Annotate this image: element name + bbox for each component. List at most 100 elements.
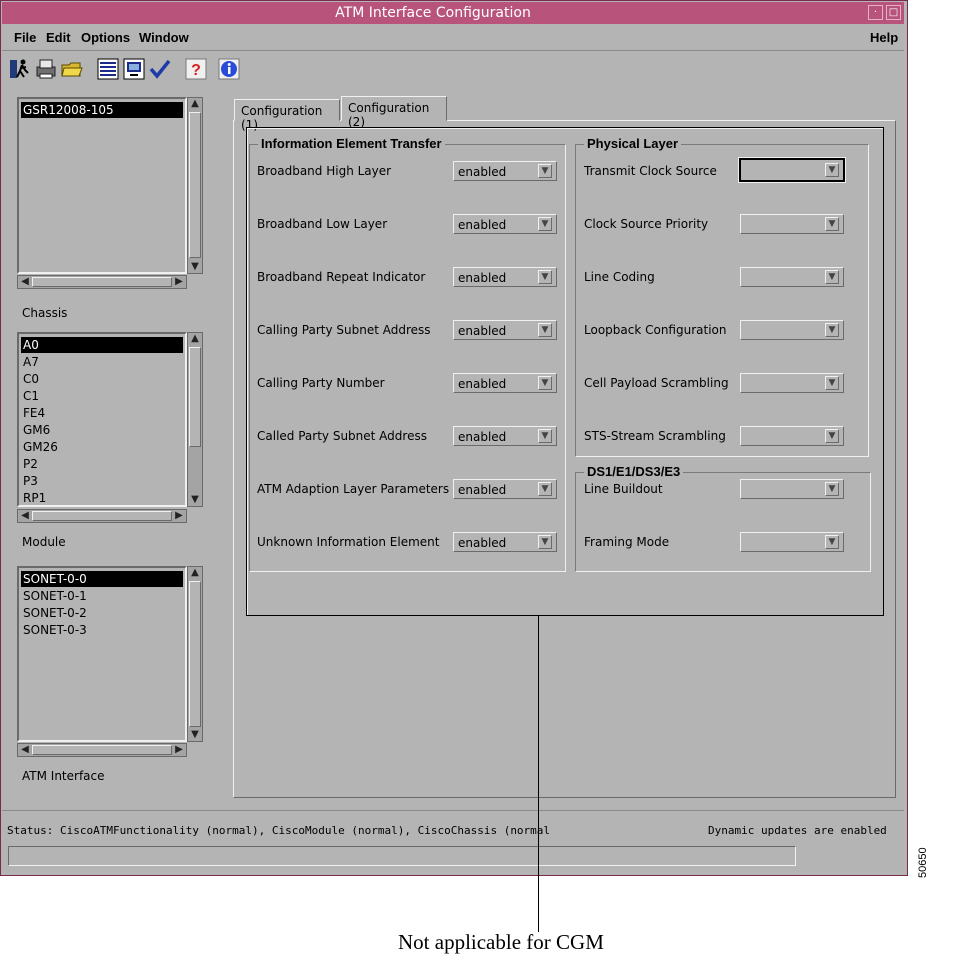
scroll-down-icon[interactable]: ▼ xyxy=(188,494,202,506)
list-item[interactable]: GSR12008-105 xyxy=(21,102,183,118)
atm-interface-list[interactable]: SONET-0-0 SONET-0-1 SONET-0-2 SONET-0-3 xyxy=(17,566,187,742)
chassis-horizontal-scrollbar[interactable]: ◀ ▶ xyxy=(17,275,187,289)
scroll-thumb[interactable] xyxy=(32,511,172,521)
list-item[interactable]: SONET-0-0 xyxy=(21,571,183,587)
list-item[interactable]: SONET-0-2 xyxy=(21,605,183,621)
calling-party-number-select[interactable]: enabled ▼ xyxy=(453,373,557,393)
scroll-thumb[interactable] xyxy=(32,277,172,287)
dropdown-arrow-icon[interactable]: ▼ xyxy=(825,482,839,496)
list-item[interactable]: SONET-0-3 xyxy=(21,622,183,638)
dropdown-arrow-icon[interactable]: ▼ xyxy=(538,164,552,178)
list-item[interactable]: A0 xyxy=(21,337,183,353)
ie-transfer-group: Information Element Transfer xyxy=(249,136,566,572)
scroll-right-icon[interactable]: ▶ xyxy=(172,744,186,756)
list-item[interactable]: GM26 xyxy=(21,439,183,455)
select-value: enabled xyxy=(458,218,507,232)
dropdown-arrow-icon[interactable]: ▼ xyxy=(538,482,552,496)
list-item[interactable]: FE4 xyxy=(21,405,183,421)
line-coding-select[interactable]: ▼ xyxy=(740,267,844,287)
list-item[interactable]: P2 xyxy=(21,456,183,472)
help-question-icon[interactable]: ? xyxy=(184,57,208,81)
menu-options[interactable]: Options xyxy=(81,30,130,45)
module-list[interactable]: A0 A7 C0 C1 FE4 GM6 GM26 P2 P3 RP1 xyxy=(17,332,187,507)
scroll-down-icon[interactable]: ▼ xyxy=(188,261,202,273)
menu-file[interactable]: File xyxy=(14,30,36,45)
calling-party-subnet-address-select[interactable]: enabled ▼ xyxy=(453,320,557,340)
dropdown-arrow-icon[interactable]: ▼ xyxy=(825,429,839,443)
scroll-right-icon[interactable]: ▶ xyxy=(172,276,186,288)
chassis-vertical-scrollbar[interactable]: ▲ ▼ xyxy=(187,97,203,274)
dropdown-arrow-icon[interactable]: ▼ xyxy=(825,163,839,177)
scroll-thumb[interactable] xyxy=(189,347,201,447)
dropdown-arrow-icon[interactable]: ▼ xyxy=(825,217,839,231)
exit-icon[interactable] xyxy=(8,57,32,81)
scroll-down-icon[interactable]: ▼ xyxy=(188,729,202,741)
menu-edit[interactable]: Edit xyxy=(46,30,71,45)
scroll-up-icon[interactable]: ▲ xyxy=(188,567,202,579)
scroll-thumb[interactable] xyxy=(189,581,201,727)
minimize-icon[interactable]: · xyxy=(868,5,883,20)
dropdown-arrow-icon[interactable]: ▼ xyxy=(538,270,552,284)
checkmark-icon[interactable] xyxy=(148,57,172,81)
list-icon[interactable] xyxy=(96,57,120,81)
dropdown-arrow-icon[interactable]: ▼ xyxy=(538,535,552,549)
broadband-low-layer-select[interactable]: enabled ▼ xyxy=(453,214,557,234)
atm-adaption-layer-parameters-select[interactable]: enabled ▼ xyxy=(453,479,557,499)
scroll-up-icon[interactable]: ▲ xyxy=(188,333,202,345)
loopback-configuration-select[interactable]: ▼ xyxy=(740,320,844,340)
maximize-icon[interactable]: □ xyxy=(886,5,901,20)
field-label: Unknown Information Element xyxy=(257,535,440,549)
cell-payload-scrambling-select[interactable]: ▼ xyxy=(740,373,844,393)
broadband-repeat-indicator-select[interactable]: enabled ▼ xyxy=(453,267,557,287)
scroll-left-icon[interactable]: ◀ xyxy=(18,276,32,288)
chassis-list[interactable]: GSR12008-105 xyxy=(17,97,187,274)
interface-vertical-scrollbar[interactable]: ▲ ▼ xyxy=(187,566,203,742)
called-party-subnet-address-select[interactable]: enabled ▼ xyxy=(453,426,557,446)
tab-configuration-1[interactable]: Configuration (1) xyxy=(234,99,340,132)
list-item[interactable]: C1 xyxy=(21,388,183,404)
dropdown-arrow-icon[interactable]: ▼ xyxy=(825,376,839,390)
transmit-clock-source-select[interactable]: ▼ xyxy=(738,157,846,183)
list-item[interactable]: RP1 xyxy=(21,490,183,506)
field-label: ATM Adaption Layer Parameters xyxy=(257,482,450,496)
scroll-left-icon[interactable]: ◀ xyxy=(18,510,32,522)
callout-line xyxy=(538,616,539,932)
field-label: Calling Party Subnet Address xyxy=(257,323,431,337)
menu-window[interactable]: Window xyxy=(139,30,189,45)
monitor-icon[interactable] xyxy=(122,57,146,81)
open-folder-icon[interactable] xyxy=(60,57,84,81)
list-item[interactable]: P3 xyxy=(21,473,183,489)
menu-help[interactable]: Help xyxy=(870,30,898,45)
dropdown-arrow-icon[interactable]: ▼ xyxy=(538,376,552,390)
dropdown-arrow-icon[interactable]: ▼ xyxy=(538,429,552,443)
list-item[interactable]: A7 xyxy=(21,354,183,370)
dropdown-arrow-icon[interactable]: ▼ xyxy=(825,535,839,549)
tab-configuration-2[interactable]: Configuration (2) xyxy=(341,96,447,129)
clock-source-priority-select[interactable]: ▼ xyxy=(740,214,844,234)
dropdown-arrow-icon[interactable]: ▼ xyxy=(538,323,552,337)
line-buildout-select[interactable]: ▼ xyxy=(740,479,844,499)
dropdown-arrow-icon[interactable]: ▼ xyxy=(825,323,839,337)
field-label: Broadband Low Layer xyxy=(257,217,388,231)
framing-mode-select[interactable]: ▼ xyxy=(740,532,844,552)
list-item[interactable]: SONET-0-1 xyxy=(21,588,183,604)
scroll-thumb[interactable] xyxy=(32,745,172,755)
sts-stream-scrambling-select[interactable]: ▼ xyxy=(740,426,844,446)
list-item[interactable]: C0 xyxy=(21,371,183,387)
module-vertical-scrollbar[interactable]: ▲ ▼ xyxy=(187,332,203,507)
scroll-right-icon[interactable]: ▶ xyxy=(172,510,186,522)
broadband-high-layer-select[interactable]: enabled ▼ xyxy=(453,161,557,181)
dropdown-arrow-icon[interactable]: ▼ xyxy=(538,217,552,231)
scroll-thumb[interactable] xyxy=(189,112,201,258)
physical-layer-title: Physical Layer xyxy=(584,136,682,151)
interface-horizontal-scrollbar[interactable]: ◀ ▶ xyxy=(17,743,187,757)
title-bar[interactable]: ATM Interface Configuration · □ xyxy=(2,2,904,24)
info-icon[interactable] xyxy=(217,57,241,81)
list-item[interactable]: GM6 xyxy=(21,422,183,438)
module-horizontal-scrollbar[interactable]: ◀ ▶ xyxy=(17,509,187,523)
scroll-left-icon[interactable]: ◀ xyxy=(18,744,32,756)
scroll-up-icon[interactable]: ▲ xyxy=(188,98,202,110)
print-icon[interactable] xyxy=(34,57,58,81)
unknown-information-element-select[interactable]: enabled ▼ xyxy=(453,532,557,552)
dropdown-arrow-icon[interactable]: ▼ xyxy=(825,270,839,284)
